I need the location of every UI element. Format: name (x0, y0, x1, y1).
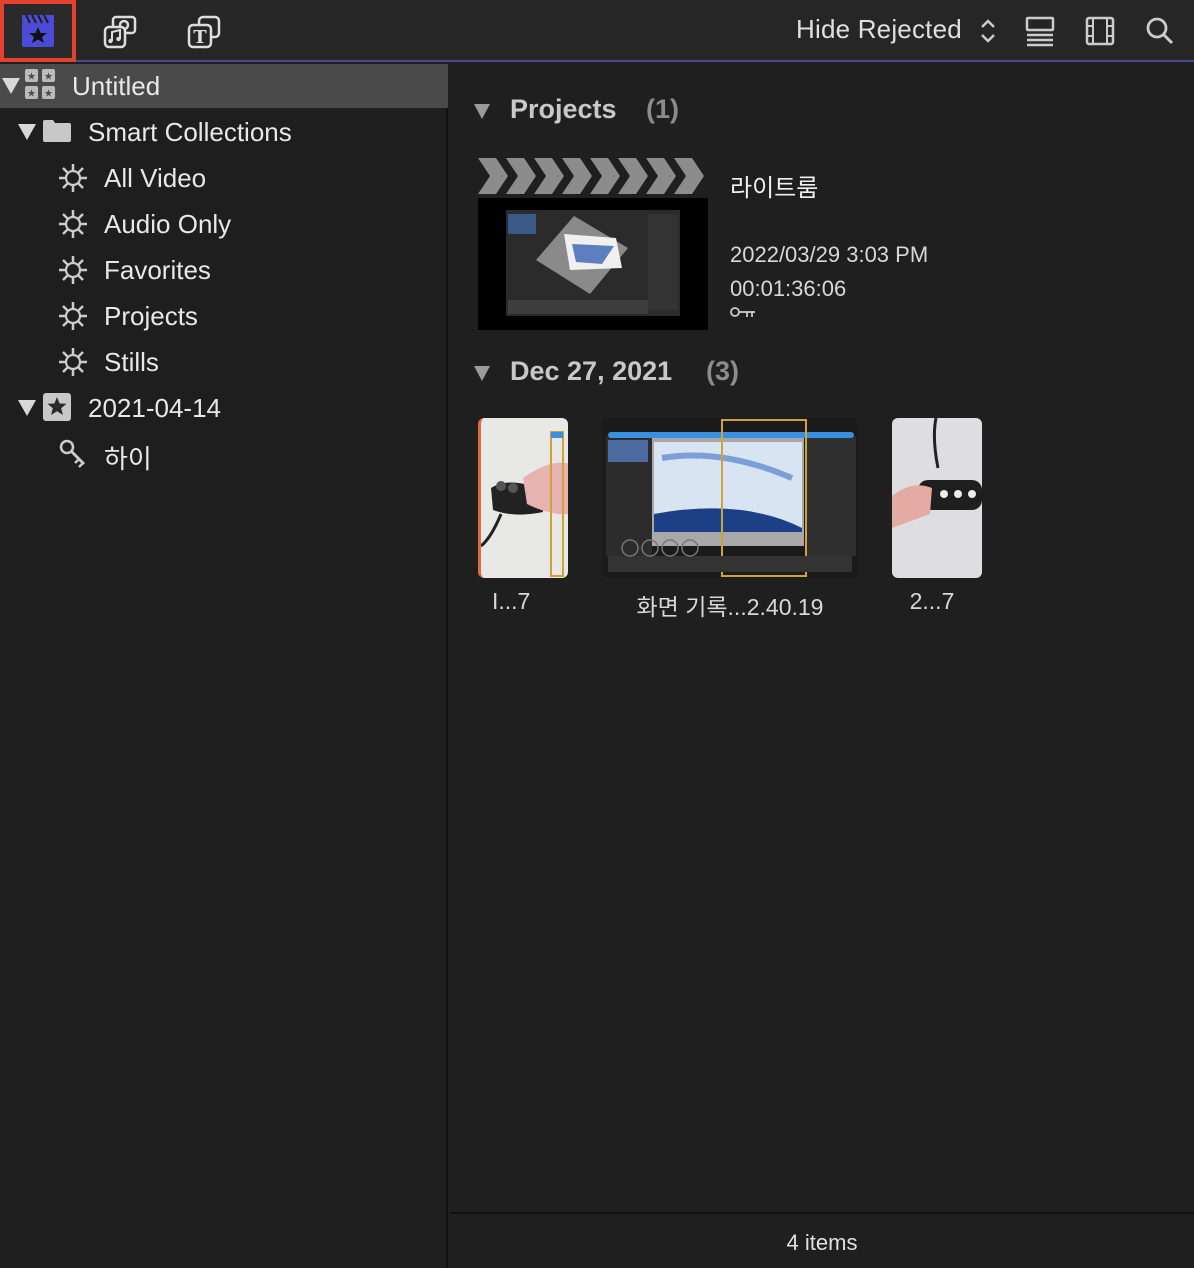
clip-label: 화면 기록...2.40.19 (636, 594, 824, 620)
gear-icon (59, 210, 87, 238)
sidebar-item-stills[interactable]: Stills (0, 340, 448, 384)
browser-footer: 4 items (450, 1212, 1194, 1268)
clapper-star-icon (22, 14, 54, 47)
item-count: 4 items (786, 1230, 858, 1255)
sidebar-item-projects[interactable]: Projects (0, 294, 448, 338)
projects-section-title: Projects (510, 94, 617, 124)
svg-text:T: T (193, 27, 207, 48)
svg-text:★: ★ (27, 89, 36, 100)
keyword-label: 하이 (104, 444, 152, 474)
projects-section-count: (1) (646, 94, 679, 124)
clip-thumbnail[interactable] (602, 418, 858, 578)
sidebar-item-label: Stills (104, 347, 159, 377)
sidebar-item-label: All Video (104, 163, 207, 193)
event-name: 2021-04-14 (88, 393, 221, 423)
titles-generators-tab-button[interactable]: T (168, 4, 240, 60)
gear-icon (59, 164, 87, 192)
key-icon (730, 307, 755, 317)
libraries-tab-button[interactable] (0, 0, 76, 62)
search-icon[interactable] (1144, 14, 1176, 48)
clip-filter-select[interactable]: Hide Rejected (796, 14, 962, 45)
project-date: 2022/03/29 3:03 PM (730, 242, 929, 267)
folder-icon (43, 120, 71, 142)
svg-text:★: ★ (44, 89, 53, 100)
filmstrip-view-icon[interactable] (1084, 14, 1116, 48)
svg-text:★: ★ (44, 72, 53, 83)
clip-thumbnail[interactable] (478, 418, 568, 578)
sidebar-item-label: Projects (104, 301, 198, 331)
gear-icon (59, 256, 87, 284)
clip-thumbnail[interactable] (892, 418, 982, 578)
disclosure-triangle-icon[interactable] (474, 366, 490, 381)
gear-icon (59, 348, 87, 376)
key-icon (59, 439, 85, 468)
sidebar-item-audio-only[interactable]: Audio Only (0, 202, 448, 246)
sidebar-item-label: Favorites (104, 255, 211, 285)
disclosure-triangle-icon[interactable] (474, 104, 490, 119)
sidebar-item-label: Audio Only (104, 209, 232, 239)
camera-music-icon (103, 15, 137, 49)
project-name: 라이트룸 (730, 175, 819, 202)
sidebar-item-keyword[interactable]: 하이 (0, 432, 448, 476)
photos-audio-tab-button[interactable] (84, 4, 156, 60)
browser-content: Projects (1) 라이트룸 2022/03/29 3:03 PM 00:… (450, 64, 1194, 1212)
svg-text:★: ★ (27, 72, 36, 83)
event-star-icon (43, 393, 71, 421)
libraries-sidebar: ★ ★ ★ ★ Untitled Smart Collections All V… (0, 64, 448, 1268)
sidebar-item-favorites[interactable]: Favorites (0, 248, 448, 292)
library-icon: ★ ★ ★ ★ (25, 69, 55, 100)
project-duration: 00:01:36:06 (730, 276, 847, 301)
clip-preview-icon (892, 418, 982, 578)
clip-preview-icon (602, 418, 858, 578)
browser-toolbar: T Hide Rejected (0, 0, 1194, 62)
list-view-icon[interactable] (1024, 14, 1056, 48)
gear-icon (59, 302, 87, 330)
library-name: Untitled (72, 71, 161, 101)
clip-label: I...7 (492, 588, 531, 614)
disclosure-triangle-icon[interactable] (18, 400, 36, 416)
clapper-thumbnail-icon (478, 158, 708, 330)
sidebar-item-smart-collections[interactable]: Smart Collections (0, 110, 448, 154)
chevron-updown-icon[interactable] (978, 16, 998, 46)
sidebar-item-event[interactable]: 2021-04-14 (0, 386, 448, 430)
project-thumbnail[interactable] (478, 158, 708, 330)
clip-label: 2...7 (909, 588, 955, 614)
smart-collections-label: Smart Collections (88, 117, 292, 147)
date-section-count: (3) (706, 356, 739, 386)
disclosure-triangle-icon[interactable] (18, 124, 36, 140)
titles-icon: T (187, 15, 221, 49)
sidebar-item-library[interactable]: ★ ★ ★ ★ Untitled (0, 64, 448, 108)
disclosure-triangle-icon[interactable] (2, 78, 20, 94)
date-section-title: Dec 27, 2021 (510, 356, 673, 386)
sidebar-item-all-video[interactable]: All Video (0, 156, 448, 200)
clip-preview-icon (481, 418, 568, 578)
